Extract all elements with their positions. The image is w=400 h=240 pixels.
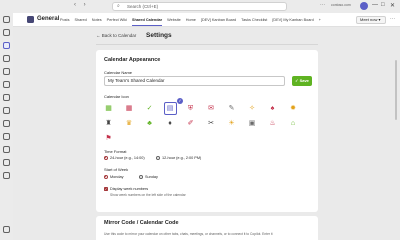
avatar[interactable] <box>360 2 368 10</box>
team-name: General <box>37 16 60 22</box>
channel-tabs: Posts Shared Notes Perfect Wiki Shared Calen… <box>60 18 326 22</box>
cake-icon[interactable]: ♨ <box>266 117 279 130</box>
maximize-button[interactable]: □ <box>381 2 385 8</box>
calendar-name-label: Calendar Name <box>104 70 133 75</box>
red-calendar-icon[interactable]: ▦ <box>123 102 136 115</box>
tab-7[interactable]: [DEV] Kanban Board <box>201 18 236 22</box>
page-title: Settings <box>146 32 172 39</box>
app-icon[interactable] <box>3 133 10 140</box>
app-icon[interactable] <box>3 94 10 101</box>
more-options-icon[interactable]: ··· <box>320 2 325 8</box>
scrollbar[interactable] <box>395 60 397 120</box>
calendar-icon[interactable] <box>3 55 10 62</box>
channel-more-icon[interactable]: ··· <box>390 16 395 22</box>
section-title-appearance: Calendar Appearance <box>104 57 161 63</box>
balloon-icon[interactable]: ♠ <box>266 102 279 115</box>
pencil-icon[interactable]: ✎ <box>225 102 238 115</box>
blue-calendar-icon[interactable]: ▤ <box>163 102 177 115</box>
time-format-label: Time Format <box>104 149 127 154</box>
nav-arrows[interactable]: ‹ › <box>74 2 89 8</box>
app-icon[interactable] <box>3 159 10 166</box>
calendar-icon-label: Calendar Icon <box>104 94 129 99</box>
week-sunday-radio[interactable] <box>139 175 143 179</box>
tab-3[interactable]: Perfect Wiki <box>107 18 127 22</box>
house-icon[interactable]: ⌂ <box>287 117 300 130</box>
teams-icon[interactable] <box>3 42 10 49</box>
apps-icon[interactable] <box>3 172 10 179</box>
pen-icon[interactable]: ✐ <box>184 117 197 130</box>
minimize-button[interactable]: — <box>372 2 378 8</box>
flag-icon[interactable]: ⚑ <box>102 132 115 145</box>
close-button[interactable]: ✕ <box>390 2 395 9</box>
header-divider <box>96 44 318 45</box>
mirror-description: Use this code to mirror your calendar on… <box>104 232 273 236</box>
week-monday-label: Monday <box>110 175 124 179</box>
tab-6[interactable]: Home <box>186 18 196 22</box>
time-24h-label: 24-hour (e.g., 14:00) <box>110 156 145 160</box>
section-title-mirror: Mirror Code / Calendar Code <box>104 220 179 226</box>
graduation-cap-icon[interactable]: ♦ <box>164 117 177 130</box>
search-placeholder: Search (Ctrl+E) <box>127 4 159 9</box>
title-bar: ‹ › ⌕ Search (Ctrl+E) ··· contoso.com — … <box>0 0 400 13</box>
gift-icon[interactable]: ✉ <box>205 102 218 115</box>
palm-tree-icon[interactable]: ♣ <box>143 117 156 130</box>
tab-1[interactable]: Shared <box>75 18 87 22</box>
time-24h-radio[interactable] <box>104 156 108 160</box>
activity-icon[interactable] <box>3 16 10 23</box>
files-icon[interactable] <box>3 81 10 88</box>
calendar-appearance-card: Calendar Appearance Calendar Name My Tea… <box>96 50 318 212</box>
selected-badge: ✓ <box>177 98 183 104</box>
team-icon <box>27 16 34 23</box>
calendar-name-input[interactable]: My Team's Shared Calendar <box>104 76 285 86</box>
search-box[interactable]: ⌕ Search (Ctrl+E) <box>112 2 287 11</box>
app-rail <box>0 13 13 240</box>
sun-icon[interactable]: ☀ <box>225 117 238 130</box>
time-12h-radio[interactable] <box>156 156 160 160</box>
trophy-icon[interactable]: ♛ <box>123 117 136 130</box>
week-sunday-label: Sunday <box>145 175 158 179</box>
meet-now-button[interactable]: Meet now ▾ <box>356 16 386 24</box>
help-icon[interactable] <box>3 226 10 233</box>
mirror-code-card: Mirror Code / Calendar Code Use this cod… <box>96 216 318 240</box>
tab-0[interactable]: Posts <box>60 18 70 22</box>
tab-9[interactable]: [DEV] My Kanban Board <box>272 18 313 22</box>
app-icon[interactable] <box>3 120 10 127</box>
fire-icon[interactable]: ✹ <box>287 102 300 115</box>
green-calendar-icon[interactable]: ▦ <box>102 102 115 115</box>
tab-8[interactable]: Tasks Checklist <box>241 18 267 22</box>
week-numbers-label: Display week numbers <box>110 187 149 191</box>
save-button[interactable]: ✓ Save <box>292 76 312 86</box>
app-icon[interactable] <box>3 146 10 153</box>
green-check-calendar-icon[interactable]: ✓ <box>143 102 156 115</box>
week-numbers-checkbox[interactable]: ✓ <box>104 187 108 191</box>
dumbbell-icon[interactable]: ♜ <box>102 117 115 130</box>
start-of-week-label: Start of Week <box>104 167 129 172</box>
picture-icon[interactable]: ▣ <box>246 117 259 130</box>
back-to-calendar-link[interactable]: ← Back to Calendar <box>96 33 136 38</box>
tab-4[interactable]: Shared Calendar <box>132 18 162 22</box>
tab-2[interactable]: Notes <box>92 18 102 22</box>
org-name: contoso.com <box>331 3 351 7</box>
tab-10[interactable]: + <box>319 18 321 22</box>
app-icon[interactable] <box>3 107 10 114</box>
chat-icon[interactable] <box>3 29 10 36</box>
week-monday-radio[interactable] <box>104 175 108 179</box>
briefcase-icon[interactable]: ✂ <box>205 117 218 130</box>
lightbulb-icon[interactable]: ✧ <box>246 102 259 115</box>
channel-header: General Posts Shared Notes Perfect Wiki Shar… <box>13 13 400 27</box>
search-icon: ⌕ <box>117 3 120 9</box>
time-12h-label: 12-hour (e.g., 2:00 PM) <box>162 156 202 160</box>
calls-icon[interactable] <box>3 68 10 75</box>
week-numbers-hint: Show week numbers on the left side of th… <box>110 193 186 197</box>
tab-5[interactable]: Website <box>167 18 181 22</box>
shield-icon[interactable]: ⛨ <box>184 102 197 115</box>
